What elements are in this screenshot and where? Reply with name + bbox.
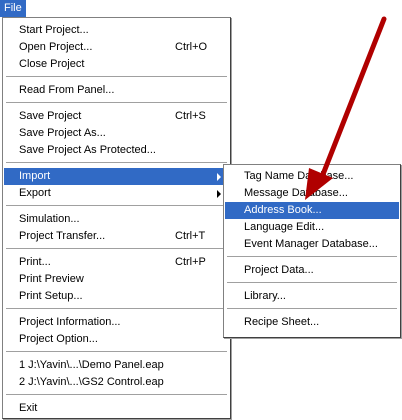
submenu-item-address-book[interactable]: Address Book... xyxy=(225,202,399,219)
submenu-item-recipe-sheet[interactable]: Recipe Sheet... xyxy=(225,314,399,331)
menu-item-label: Simulation... xyxy=(19,213,80,225)
menu-separator xyxy=(6,102,227,104)
menu-item-save-project-as-protected[interactable]: Save Project As Protected... xyxy=(4,142,229,159)
menu-item-label: Save Project xyxy=(19,110,82,122)
menu-item-print-setup[interactable]: Print Setup... xyxy=(4,288,229,305)
menu-item-label: Start Project... xyxy=(19,24,89,36)
submenu-item-library[interactable]: Library... xyxy=(225,288,399,305)
submenu-arrow-icon xyxy=(217,190,221,198)
menu-item-save-project[interactable]: Save Project Ctrl+S xyxy=(4,108,229,125)
submenu-arrow-icon xyxy=(217,173,221,181)
file-menu-button[interactable]: File xyxy=(0,0,26,17)
menu-separator xyxy=(6,162,227,164)
menu-item-label: Import xyxy=(19,170,51,182)
menu-item-label: Project Option... xyxy=(19,333,98,345)
menu-item-project-transfer[interactable]: Project Transfer... Ctrl+T xyxy=(4,228,229,245)
menu-item-read-from-panel[interactable]: Read From Panel... xyxy=(4,82,229,99)
menu-item-recent-2[interactable]: 2 J:\Yavin\...\GS2 Control.eap xyxy=(4,374,229,391)
menu-item-label: Save Project As Protected... xyxy=(19,144,156,156)
menu-separator xyxy=(227,282,397,284)
submenu-item-event-manager-database[interactable]: Event Manager Database... xyxy=(225,236,399,253)
menu-separator xyxy=(6,205,227,207)
submenu-item-message-database[interactable]: Message Database... xyxy=(225,185,399,202)
menu-separator xyxy=(6,308,227,310)
submenu-item-language-edit[interactable]: Language Edit... xyxy=(225,219,399,236)
menu-separator xyxy=(6,351,227,353)
menu-item-label: Message Database... xyxy=(244,187,348,199)
submenu-item-tag-name-database[interactable]: Tag Name Database... xyxy=(225,168,399,185)
menu-item-save-project-as[interactable]: Save Project As... xyxy=(4,125,229,142)
menu-item-label: Event Manager Database... xyxy=(244,238,378,250)
menu-item-recent-1[interactable]: 1 J:\Yavin\...\Demo Panel.eap xyxy=(4,357,229,374)
menu-item-label: Tag Name Database... xyxy=(244,170,354,182)
shortcut-label: Ctrl+P xyxy=(175,256,206,268)
menu-item-project-option[interactable]: Project Option... xyxy=(4,331,229,348)
menu-item-print[interactable]: Print... Ctrl+P xyxy=(4,254,229,271)
menu-separator xyxy=(6,394,227,396)
import-submenu: Tag Name Database... Message Database...… xyxy=(223,164,401,338)
menu-item-label: Project Data... xyxy=(244,264,314,276)
menu-item-project-information[interactable]: Project Information... xyxy=(4,314,229,331)
menu-item-label: Print Preview xyxy=(19,273,84,285)
menu-item-import[interactable]: Import xyxy=(4,168,229,185)
menu-item-label: Exit xyxy=(19,402,38,414)
menu-item-label: Language Edit... xyxy=(244,221,325,233)
menu-item-label: Read From Panel... xyxy=(19,84,115,96)
menu-item-label: Recipe Sheet... xyxy=(244,316,320,328)
menu-separator xyxy=(227,256,397,258)
shortcut-label: Ctrl+T xyxy=(175,230,206,242)
shortcut-label: Ctrl+O xyxy=(175,41,208,53)
menu-item-label: Project Information... xyxy=(19,316,121,328)
menu-item-label: Address Book... xyxy=(244,204,322,216)
menu-item-label: Export xyxy=(19,187,51,199)
menu-item-export[interactable]: Export xyxy=(4,185,229,202)
menu-item-label: Save Project As... xyxy=(19,127,106,139)
menu-separator xyxy=(6,76,227,78)
submenu-item-project-data[interactable]: Project Data... xyxy=(225,262,399,279)
menu-item-label: Library... xyxy=(244,290,286,302)
menu-item-label: 2 J:\Yavin\...\GS2 Control.eap xyxy=(19,376,164,388)
menu-item-open-project[interactable]: Open Project... Ctrl+O xyxy=(4,39,229,56)
menu-item-label: 1 J:\Yavin\...\Demo Panel.eap xyxy=(19,359,164,371)
menu-item-label: Print... xyxy=(19,256,51,268)
menu-item-label: Project Transfer... xyxy=(19,230,106,242)
menu-item-label: Print Setup... xyxy=(19,290,83,302)
menu-separator xyxy=(227,308,397,310)
menu-item-label: Close Project xyxy=(19,58,85,70)
file-menu: Start Project... Open Project... Ctrl+O C… xyxy=(2,17,231,419)
menu-item-close-project[interactable]: Close Project xyxy=(4,56,229,73)
menu-item-simulation[interactable]: Simulation... xyxy=(4,211,229,228)
menu-separator xyxy=(6,248,227,250)
menu-item-print-preview[interactable]: Print Preview xyxy=(4,271,229,288)
menu-item-exit[interactable]: Exit xyxy=(4,400,229,417)
shortcut-label: Ctrl+S xyxy=(175,110,206,122)
menu-item-label: Open Project... xyxy=(19,41,93,53)
menu-item-start-project[interactable]: Start Project... xyxy=(4,22,229,39)
